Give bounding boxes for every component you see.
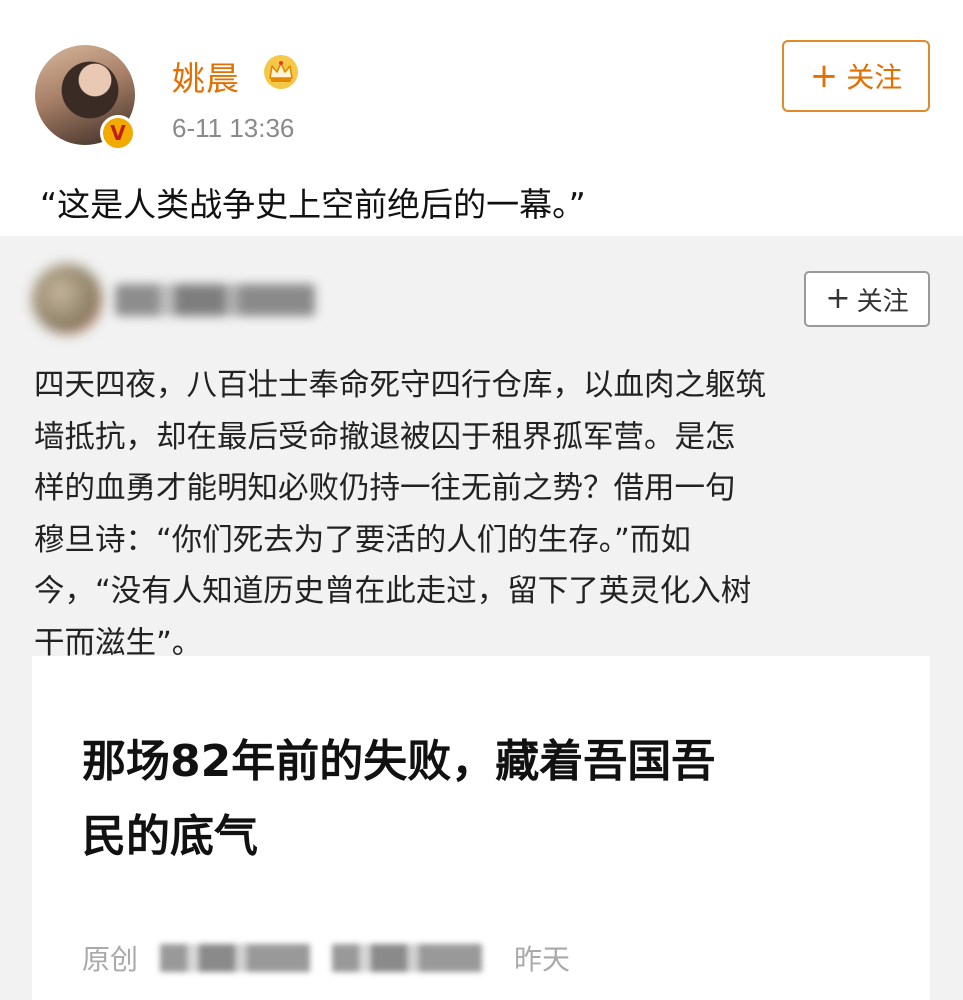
- follow-button[interactable]: + 关注: [782, 40, 930, 112]
- article-date: 昨天: [514, 943, 571, 976]
- repost-username-blurred[interactable]: [115, 284, 315, 316]
- article-meta: 原创 昨天: [82, 938, 570, 978]
- plus-icon: +: [809, 56, 839, 96]
- repost-text: 四天四夜，八百壮士奉命死守四行仓库，以血肉之躯筑 墙抵抗，却在最后受命撤退被囚于…: [34, 360, 934, 669]
- article-author-blurred: [160, 944, 311, 972]
- repost-avatar[interactable]: [32, 264, 102, 334]
- repost-text-line: 四天四夜，八百壮士奉命死守四行仓库，以血肉之躯筑: [34, 368, 766, 403]
- repost-text-line: 穆旦诗：“你们死去为了要活的人们的生存。”而如: [34, 522, 691, 558]
- repost-text-line: 墙抵抗，却在最后受命撤退被囚于租界孤军营。是怎: [34, 419, 736, 455]
- repost-text-line: 今，“没有人知道历史曾在此走过，留下了英灵化入树: [34, 574, 752, 609]
- repost-follow-button[interactable]: + 关注: [804, 271, 930, 327]
- post: V 姚晨 6-11 13:36 + 关注 “这是人类战争史上空前绝后的一幕。”: [0, 0, 963, 235]
- post-timestamp: 6-11 13:36: [172, 113, 295, 143]
- article-title-line: 那场82年前的失败，藏着吾国吾: [82, 736, 716, 787]
- article-card[interactable]: 那场82年前的失败，藏着吾国吾 民的底气 原创 昨天: [32, 656, 930, 1000]
- post-text: “这是人类战争史上空前绝后的一幕。”: [40, 185, 586, 224]
- article-account-blurred: [332, 944, 483, 972]
- username[interactable]: 姚晨: [172, 52, 240, 100]
- repost-follow-label: 关注: [856, 286, 909, 317]
- article-title: 那场82年前的失败，藏着吾国吾 民的底气: [82, 724, 882, 874]
- follow-label: 关注: [846, 61, 903, 94]
- verified-badge-icon: V: [100, 115, 136, 151]
- plus-icon: +: [825, 281, 851, 316]
- article-source-label: 原创: [82, 943, 139, 976]
- article-title-line: 民的底气: [82, 811, 258, 862]
- crown-icon: [264, 55, 298, 89]
- repost-card[interactable]: + 关注 四天四夜，八百壮士奉命死守四行仓库，以血肉之躯筑 墙抵抗，却在最后受命…: [0, 236, 963, 1000]
- repost-text-line: 样的血勇才能明知必败仍持一往无前之势？借用一句: [34, 471, 736, 506]
